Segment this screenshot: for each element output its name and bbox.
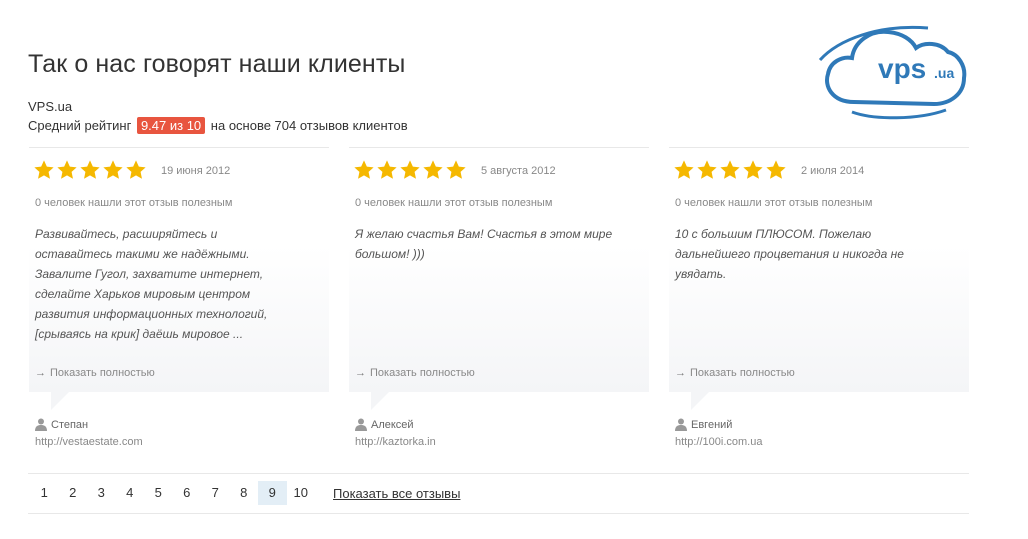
star-icon: [446, 160, 466, 179]
review-author: Евгений: [675, 418, 732, 431]
show-full-label: Показать полностью: [50, 367, 155, 379]
review-bubble: [349, 147, 649, 392]
divider: [28, 513, 969, 514]
page-link[interactable]: 1: [30, 481, 59, 505]
star-icon: [743, 160, 763, 179]
author-name: Алексей: [371, 418, 414, 431]
logo-text: vps: [878, 53, 926, 84]
author-name: Евгений: [691, 418, 733, 431]
author-url: http://vestaestate.com: [35, 436, 143, 448]
star-icon: [126, 160, 146, 179]
review-author: Алексей: [355, 418, 414, 431]
helpful-count: 0 человек нашли этот отзыв полезным: [35, 197, 233, 209]
company-name: VPS.ua: [28, 99, 73, 114]
author-url: http://kaztorka.in: [355, 436, 436, 448]
star-icon: [697, 160, 717, 179]
star-icon: [720, 160, 740, 179]
page-link[interactable]: 3: [87, 481, 116, 505]
review-date: 19 июня 2012: [161, 165, 231, 177]
review-card: 2 июля 2014 0 человек нашли этот отзыв п…: [669, 147, 969, 457]
rating-suffix: на основе 704 отзывов клиентов: [210, 118, 408, 133]
helpful-count: 0 человек нашли этот отзыв полезным: [355, 197, 553, 209]
rating-badge: 9.47 из 10: [136, 117, 206, 134]
rating-prefix: Средний рейтинг: [28, 118, 132, 133]
star-icon: [354, 160, 374, 179]
page-link[interactable]: 10: [287, 481, 316, 505]
arrow-right-icon: →: [355, 367, 366, 379]
user-icon: [355, 418, 367, 431]
review-date: 5 августа 2012: [481, 165, 556, 177]
show-full-link[interactable]: → Показать полностью: [35, 367, 155, 379]
star-icon: [766, 160, 786, 179]
star-rating: [33, 159, 147, 181]
star-icon: [34, 160, 54, 179]
show-full-label: Показать полностью: [370, 367, 475, 379]
page-link[interactable]: 9: [258, 481, 287, 505]
star-icon: [674, 160, 694, 179]
author-url: http://100i.com.ua: [675, 436, 763, 448]
star-icon: [377, 160, 397, 179]
page-title: Так о нас говорят наши клиенты: [28, 50, 406, 78]
review-text: Я желаю счастья Вам! Счастья в этом мире…: [355, 227, 613, 261]
user-icon: [675, 418, 687, 431]
star-icon: [80, 160, 100, 179]
page-link[interactable]: 6: [173, 481, 202, 505]
page-link[interactable]: 5: [144, 481, 173, 505]
arrow-right-icon: →: [675, 367, 686, 379]
star-icon: [400, 160, 420, 179]
review-text: Развивайтесь, расширяйтесь и оставайтесь…: [35, 227, 268, 341]
review-author: Степан: [35, 418, 88, 431]
review-text: 10 с большим ПЛЮСОМ. Пожелаю дальнейшего…: [675, 227, 904, 281]
divider: [28, 473, 969, 474]
arrow-right-icon: →: [35, 367, 46, 379]
author-name: Степан: [51, 418, 89, 431]
review-card: 5 августа 2012 0 человек нашли этот отзы…: [349, 147, 649, 457]
average-rating: Средний рейтинг 9.47 из 10 на основе 704…: [28, 117, 408, 134]
pagination: 1 2 3 4 5 6 7 8 9 10 Показать все отзывы: [30, 481, 460, 505]
show-all-reviews-link[interactable]: Показать все отзывы: [333, 486, 460, 501]
star-rating: [353, 159, 467, 181]
helpful-count: 0 человек нашли этот отзыв полезным: [675, 197, 873, 209]
review-bubble-tail: [691, 392, 709, 410]
review-bubble-tail: [51, 392, 69, 410]
page-link[interactable]: 7: [201, 481, 230, 505]
show-full-link[interactable]: → Показать полностью: [355, 367, 475, 379]
vps-logo: vps .ua: [818, 25, 967, 120]
review-card: 19 июня 2012 0 человек нашли этот отзыв …: [29, 147, 329, 457]
show-full-label: Показать полностью: [690, 367, 795, 379]
star-icon: [423, 160, 443, 179]
show-full-link[interactable]: → Показать полностью: [675, 367, 795, 379]
review-date: 2 июля 2014: [801, 165, 865, 177]
star-rating: [673, 159, 787, 181]
logo-suffix: .ua: [934, 65, 954, 81]
page-link[interactable]: 8: [230, 481, 259, 505]
star-icon: [103, 160, 123, 179]
star-icon: [57, 160, 77, 179]
review-bubble-tail: [371, 392, 389, 410]
page-link[interactable]: 4: [116, 481, 145, 505]
user-icon: [35, 418, 47, 431]
page-link[interactable]: 2: [59, 481, 88, 505]
